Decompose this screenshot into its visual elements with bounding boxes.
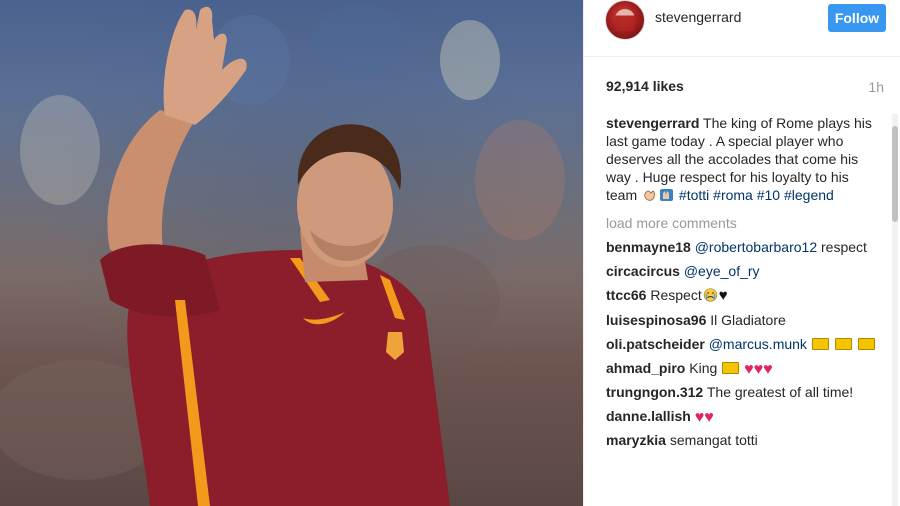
comment-username[interactable]: oli.patscheider <box>606 336 705 352</box>
crown-icon <box>722 362 740 374</box>
post-time[interactable]: 1h <box>868 79 884 95</box>
red-heart-icon: ♥ <box>744 361 754 378</box>
black-heart-icon: ♥ <box>718 287 728 304</box>
comment-username[interactable]: ahmad_piro <box>606 360 685 376</box>
comment-item: maryzkia semangat totti <box>606 431 876 449</box>
hashtag-totti[interactable]: #totti <box>679 187 709 203</box>
avatar-figure <box>615 9 635 31</box>
hashtag-legend[interactable]: #legend <box>784 187 834 203</box>
comment-item: oli.patscheider @marcus.munk <box>606 335 876 353</box>
photo-illustration <box>0 5 565 506</box>
comment-item: benmayne18 @robertobarbaro12 respect <box>606 238 876 256</box>
raised-hands-icon <box>660 189 674 201</box>
comment-username[interactable]: circacircus <box>606 263 680 279</box>
crown-icon <box>834 338 852 350</box>
comment-item: ahmad_piro King ♥♥♥ <box>606 359 876 378</box>
comment-username[interactable]: luisespinosa96 <box>606 312 706 328</box>
comment-mention[interactable]: @eye_of_ry <box>684 263 760 279</box>
red-heart-icon: ♥ <box>763 361 773 378</box>
comment-item: circacircus @eye_of_ry <box>606 262 876 280</box>
comment-text: semangat totti <box>669 432 758 448</box>
comment-username[interactable]: ttcc66 <box>606 287 646 303</box>
red-heart-icon: ♥ <box>694 409 705 426</box>
header-username[interactable]: stevengerrard <box>655 9 741 25</box>
post-photo[interactable] <box>0 0 583 506</box>
crying-face-icon <box>703 288 717 302</box>
crown-icon <box>857 338 875 350</box>
comment-item: ttcc66 Respect ♥ <box>606 286 876 305</box>
comment-item: danne.lallish ♥♥ <box>606 407 876 426</box>
comment-item: luisespinosa96 Il Gladiatore <box>606 311 876 329</box>
avatar[interactable] <box>605 0 645 40</box>
likes-count[interactable]: 92,914 likes <box>606 78 684 94</box>
comment-text: respect <box>821 239 867 255</box>
comment-text: Il Gladiatore <box>710 312 786 328</box>
red-heart-icon: ♥ <box>753 361 764 378</box>
comment-username[interactable]: trungngon.312 <box>606 384 703 400</box>
comment-mention[interactable]: @marcus.munk <box>709 336 807 352</box>
comment-username[interactable]: maryzkia <box>606 432 666 448</box>
caption-username[interactable]: stevengerrard <box>606 115 699 131</box>
caption: stevengerrard The king of Rome plays his… <box>606 114 876 204</box>
clapping-hands-icon <box>644 190 655 201</box>
scrollbar-thumb[interactable] <box>892 126 898 222</box>
hashtag-roma[interactable]: #roma <box>713 187 753 203</box>
hashtag-10[interactable]: #10 <box>757 187 780 203</box>
crown-icon <box>811 338 829 350</box>
comment-text: The greatest of all time! <box>706 384 854 400</box>
comments-section: stevengerrard The king of Rome plays his… <box>606 114 876 455</box>
comment-text: King <box>689 360 718 376</box>
red-heart-icon: ♥ <box>704 409 714 426</box>
comment-text: Respect <box>650 287 702 303</box>
comments-scrollbar[interactable] <box>892 114 898 506</box>
header-divider <box>584 56 900 57</box>
load-more-comments[interactable]: load more comments <box>606 214 876 232</box>
post-header: stevengerrard Follow <box>584 0 900 56</box>
comment-mention[interactable]: @robertobarbaro12 <box>695 239 817 255</box>
follow-button[interactable]: Follow <box>828 4 886 32</box>
post-sidebar: stevengerrard Follow 92,914 likes 1h ste… <box>583 0 900 506</box>
comment-username[interactable]: benmayne18 <box>606 239 691 255</box>
comment-item: trungngon.312 The greatest of all time! <box>606 383 876 401</box>
comment-username[interactable]: danne.lallish <box>606 408 691 424</box>
